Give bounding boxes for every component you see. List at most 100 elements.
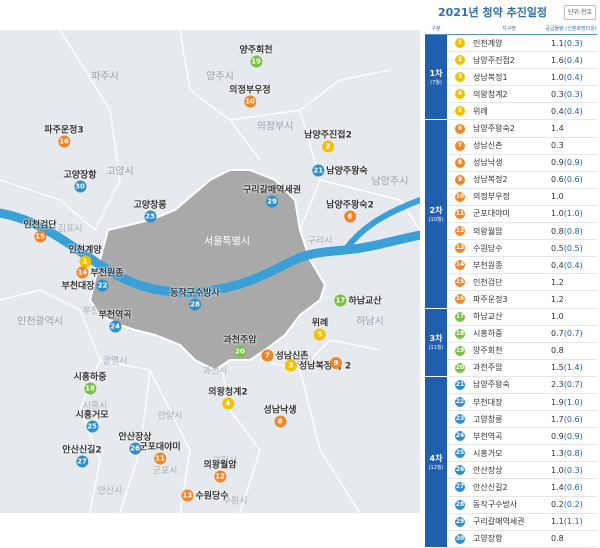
table-row[interactable]: 11 군포대야미 1.0(1.0) (447, 206, 597, 224)
row-site-name: 안산장상 (473, 465, 503, 475)
map-site-marker[interactable]: 남양주왕숙2 6 (326, 198, 374, 223)
row-newlywed-value: (0.4) (563, 260, 583, 270)
table-row[interactable]: 13 수원당수 0.5(0.5) (447, 240, 597, 258)
table-row[interactable]: 26 안산장상 1.0(0.3) (447, 462, 597, 480)
row-site-name: 시흥거모 (473, 448, 503, 458)
map-site-marker[interactable]: 파주운정3 16 (44, 123, 84, 148)
unit-button[interactable]: 단위:천호 (564, 5, 596, 20)
map-site-marker[interactable]: 의왕청계2 4 (208, 385, 248, 410)
row-value: 0.3 (551, 89, 564, 99)
row-value: 1.0 (551, 209, 564, 219)
map-site-marker[interactable]: 고양창릉 23 (133, 198, 167, 223)
table-row[interactable]: 4 의왕청계2 0.3(0.3) (447, 86, 597, 104)
table-row[interactable]: 8 성남낙생 0.9(0.9) (447, 155, 597, 172)
city-label: 양주시 (206, 71, 234, 83)
city-label: 군포시 (152, 466, 178, 477)
phase-cell: 3차 (11월) (425, 308, 447, 377)
row-number-badge: 12 (455, 226, 465, 237)
table-row[interactable]: 24 부천역곡 0.9(0.9) (447, 428, 597, 446)
map-site-marker[interactable]: 군포대야미 11 (139, 440, 181, 465)
phase-cell: 4차 (12월) (425, 376, 447, 548)
site-number-badge: 25 (86, 420, 98, 433)
map-site-marker[interactable]: 위례 5 (312, 316, 328, 341)
table-row[interactable]: 29 구리갈매역세권 1.1(1.1) (447, 514, 597, 531)
map-site-marker[interactable]: 13 수원당수 (181, 489, 229, 502)
table-row[interactable]: 2 남양주진접2 1.6(0.4) (447, 52, 597, 70)
table-row[interactable]: 16 파주운정3 1.2 (447, 291, 597, 309)
map-site-marker[interactable]: 안산신길2 27 (62, 443, 102, 468)
row-site-name: 인천계양 (473, 38, 503, 48)
map-site-marker[interactable]: 성남낙생 8 (263, 403, 297, 428)
row-number-badge: 13 (455, 243, 465, 254)
table-row[interactable]: 15 인천검단 1.2 (447, 274, 597, 292)
map-site-marker[interactable]: 의왕월암 12 (203, 458, 237, 483)
table-row[interactable]: 23 고양창릉 1.7(0.6) (447, 411, 597, 429)
site-label: 부천역곡 (98, 310, 132, 321)
site-label: 성남낙생 (263, 405, 297, 416)
row-number-badge: 24 (455, 431, 465, 442)
map-site-marker[interactable]: 양주회천 19 (239, 43, 273, 68)
row-number-badge: 26 (455, 465, 465, 476)
table-row[interactable]: 20 과천주암 1.5(1.4) (447, 360, 597, 377)
row-value-cell: 1.0(0.4) (545, 73, 597, 82)
row-newlywed-value: (0.8) (563, 226, 583, 236)
row-value: 1.2 (551, 294, 564, 304)
header-group: 구분 (431, 26, 441, 32)
row-value: 2.3 (551, 380, 564, 390)
map-site-marker[interactable]: 21 남양주왕숙 (312, 164, 368, 177)
table-row[interactable]: 12 의왕월암 0.8(0.8) (447, 223, 597, 241)
row-newlywed-value: (1.0) (563, 397, 583, 407)
row-value-cell: 1.7(0.6) (545, 415, 597, 424)
table-row[interactable]: 7 성남신촌 0.3 (447, 138, 597, 155)
table-row[interactable]: 19 양주회천 0.8 (447, 343, 597, 360)
map-site-marker[interactable]: 고양장항 30 (63, 168, 97, 193)
map-site-marker[interactable]: 과천주암 20 (223, 333, 257, 358)
row-newlywed-value: (0.8) (563, 448, 583, 458)
map-site-marker[interactable]: 17 하남교산 (334, 294, 382, 307)
map-site-marker[interactable]: 시흥하중 18 (73, 370, 107, 395)
map-site-marker[interactable]: 남양주진접2 2 (304, 128, 352, 153)
table-row[interactable]: 14 부천원종 0.4(0.4) (447, 257, 597, 275)
map-site-marker[interactable]: 부천역곡 24 (98, 308, 132, 333)
table-row[interactable]: 1 인천계양 1.1(0.3) (447, 35, 597, 53)
row-value: 1.9 (551, 397, 564, 407)
site-label: 수원당수 (195, 491, 229, 502)
table-row[interactable]: 17 하남교산 1.0 (447, 309, 597, 326)
row-site-name: 남양주진접2 (473, 55, 515, 65)
map-site-marker[interactable]: 22 부천대장 (61, 279, 109, 292)
city-label: 과천시 (202, 366, 228, 377)
row-value-cell: 0.7(0.7) (545, 329, 597, 338)
row-number-badge: 19 (455, 345, 465, 356)
phase-name: 3차 (429, 334, 443, 344)
map-site-marker[interactable]: 14 부천원종 (76, 266, 124, 279)
table-row[interactable]: 25 시흥거모 1.3(0.8) (447, 445, 597, 463)
table-row[interactable]: 28 동작구수방사 0.2(0.2) (447, 497, 597, 514)
map-site-marker[interactable]: 구리갈매역세권 29 (243, 183, 301, 208)
table-row[interactable]: 6 남양주왕숙2 1.4 (447, 120, 597, 138)
map-site-marker[interactable]: 시흥거모 25 (75, 408, 109, 433)
site-number-badge: 28 (189, 298, 201, 311)
table-row[interactable]: 21 남양주왕숙 2.3(0.7) (447, 377, 597, 394)
table-row[interactable]: 9 성남복정2 0.6(0.6) (447, 172, 597, 189)
table-row[interactable]: 18 시흥하중 0.7(0.7) (447, 326, 597, 343)
row-value-cell: 1.4 (545, 124, 597, 133)
phase-month: (10월) (428, 216, 444, 223)
row-newlywed-value: (0.3) (563, 89, 583, 99)
row-number-badge: 20 (455, 362, 465, 373)
table-row[interactable]: 3 성남복정1 1.0(0.4) (447, 69, 597, 87)
map-site-marker[interactable]: 인천검단 15 (23, 218, 57, 243)
table-row[interactable]: 10 의정부우정 1.0 (447, 189, 597, 206)
table-row[interactable]: 22 부천대장 1.9(1.0) (447, 394, 597, 412)
table-row[interactable]: 30 고양장항 0.8 (447, 531, 597, 548)
row-value: 1.2 (551, 277, 564, 287)
map-site-marker[interactable]: 인천계양 1 (68, 243, 102, 268)
table-row[interactable]: 5 위례 0.4(0.4) (447, 103, 597, 121)
map-site-marker[interactable]: 9 (330, 357, 342, 369)
row-value: 0.8 (551, 226, 564, 236)
row-newlywed-value: (0.7) (563, 380, 583, 390)
map-site-marker[interactable]: 의정부우정 10 (229, 83, 271, 108)
row-value-cell: 1.1(0.3) (545, 39, 597, 48)
map-site-marker[interactable]: 동작구수방사 28 (170, 286, 220, 311)
site-label: 파주운정3 (44, 125, 84, 136)
table-row[interactable]: 27 안산신길2 1.4(0.6) (447, 479, 597, 497)
